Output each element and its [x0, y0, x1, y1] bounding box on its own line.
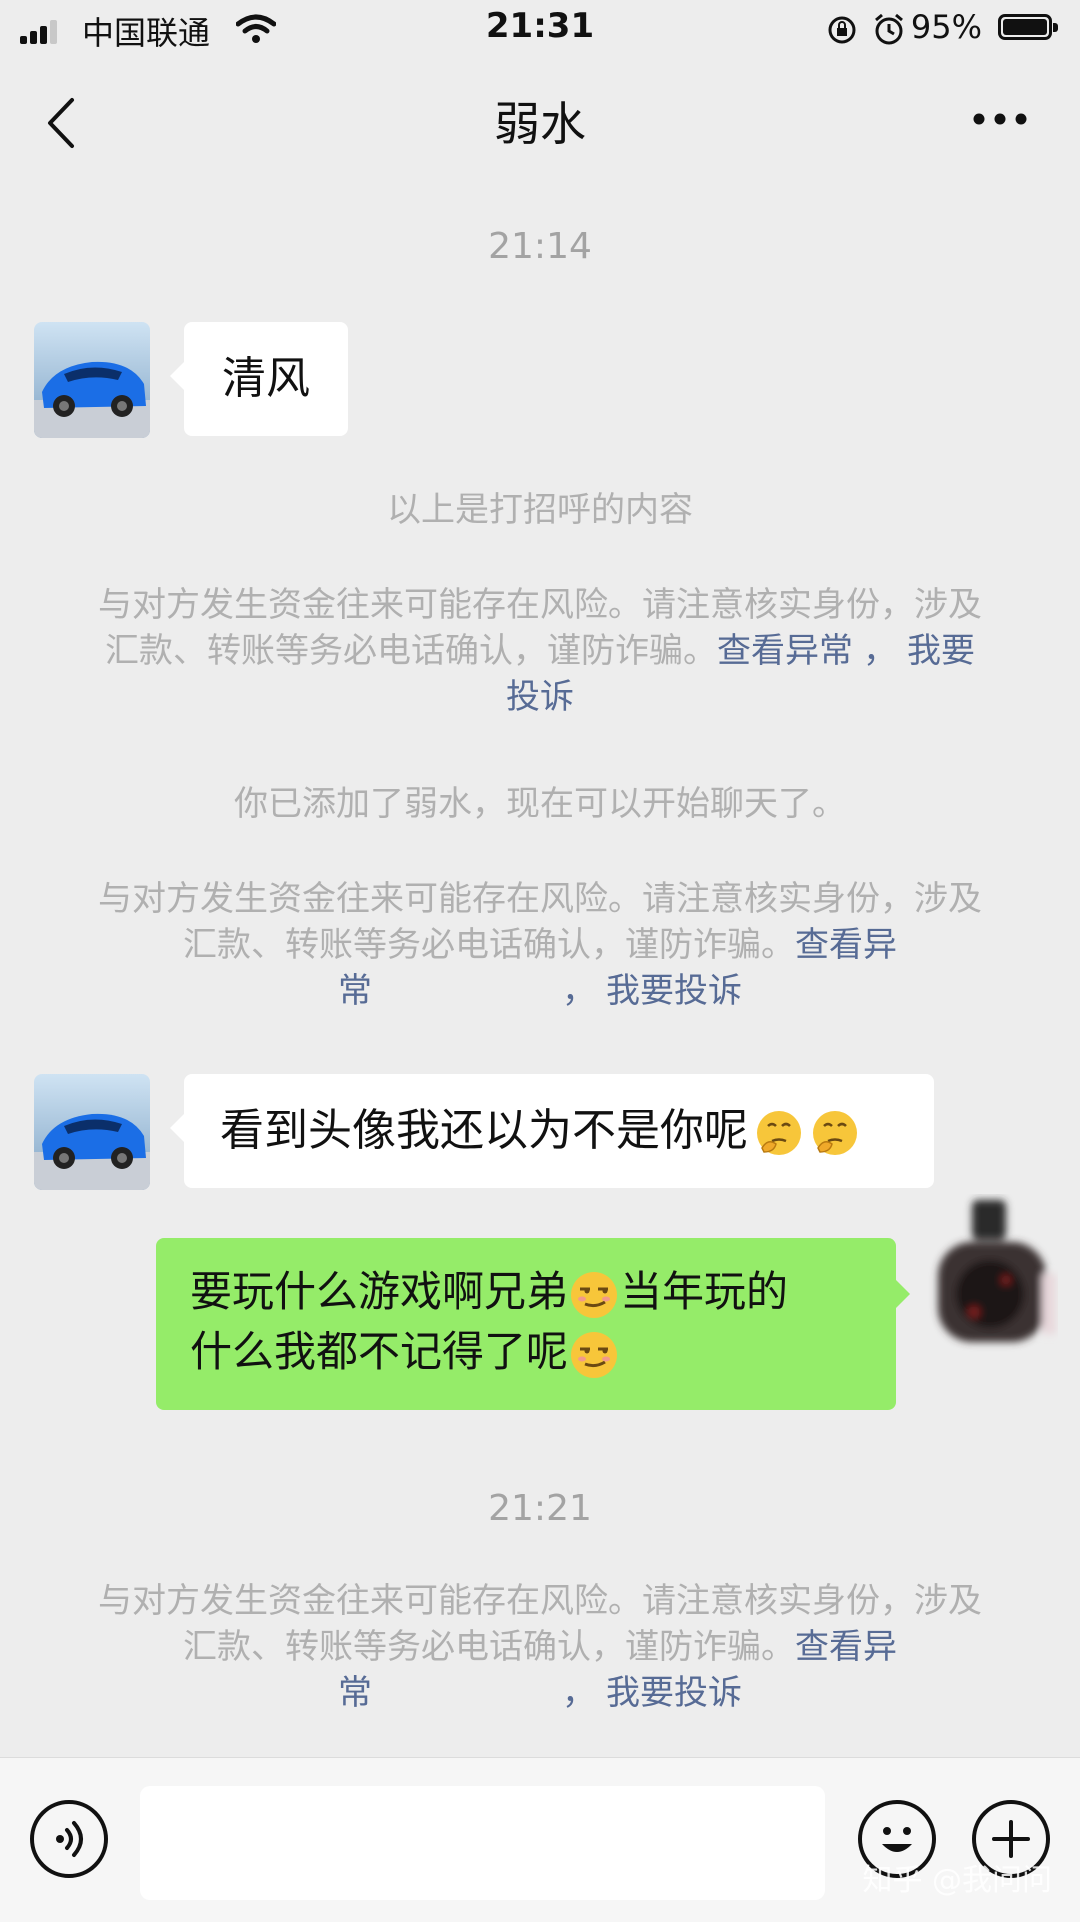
- message-text: 当年玩的: [620, 1267, 789, 1316]
- link-separator: ，: [562, 971, 596, 1011]
- timestamp: 21:14: [488, 226, 592, 267]
- view-abnormal-link[interactable]: 查看异常: [717, 631, 853, 671]
- avatar[interactable]: [34, 322, 150, 438]
- message-text: 要玩什么游戏啊兄弟: [190, 1267, 569, 1316]
- blurred-avatar-image: [938, 1200, 1056, 1342]
- message-bubble[interactable]: 看到头像我还以为不是你呢: [170, 1074, 934, 1188]
- link-separator: ，: [863, 631, 897, 671]
- chat-title: 弱水: [494, 97, 586, 151]
- timestamp: 21:21: [488, 1488, 592, 1529]
- more-dots-icon[interactable]: [972, 112, 1028, 126]
- security-warning: 与对方发生资金往来可能存在风险。请注意核实身份，涉及汇款、转账等务必电话确认，谨…: [90, 876, 990, 1014]
- link-separator: ，: [562, 1673, 596, 1713]
- message-text: 看到头像我还以为不是你呢: [220, 1105, 748, 1156]
- message-bubble[interactable]: 清风: [170, 322, 348, 436]
- message-input[interactable]: [140, 1786, 825, 1900]
- alarm-icon: [875, 13, 903, 45]
- smirk-face-emoji: [571, 1271, 618, 1318]
- car-avatar-image: [34, 322, 150, 438]
- thinking-face-emoji: [757, 1111, 801, 1155]
- report-link[interactable]: 我要投诉: [606, 1673, 742, 1713]
- system-note: 你已添加了弱水，现在可以开始聊天了。: [234, 784, 846, 824]
- battery-icon: [998, 14, 1058, 40]
- battery-percent: 95%: [910, 8, 982, 46]
- sent-message-bubble[interactable]: 要玩什么游戏啊兄弟 当年玩的 什么我都不记得了呢: [156, 1238, 910, 1410]
- security-warning: 与对方发生资金往来可能存在风险。请注意核实身份，涉及汇款、转账等务必电话确认，谨…: [90, 582, 990, 720]
- smirk-face-emoji: [571, 1331, 618, 1378]
- avatar[interactable]: [34, 1074, 150, 1190]
- status-bar: 中国联通 21:31 95%: [0, 0, 1080, 62]
- rotation-lock-icon: [828, 16, 856, 44]
- system-note: 以上是打招呼的内容: [387, 490, 693, 530]
- car-avatar-image: [34, 1074, 150, 1190]
- security-warning: 与对方发生资金往来可能存在风险。请注意核实身份，涉及汇款、转账等务必电话确认，谨…: [90, 1578, 990, 1716]
- message-text: 什么我都不记得了呢: [190, 1327, 569, 1376]
- voice-icon[interactable]: [30, 1800, 108, 1878]
- my-avatar[interactable]: [924, 1194, 1058, 1358]
- message-text: 清风: [222, 353, 310, 404]
- report-link[interactable]: 我要投诉: [606, 971, 742, 1011]
- watermark: 知乎 @我问问: [862, 1863, 1052, 1898]
- thinking-face-emoji: [813, 1111, 857, 1155]
